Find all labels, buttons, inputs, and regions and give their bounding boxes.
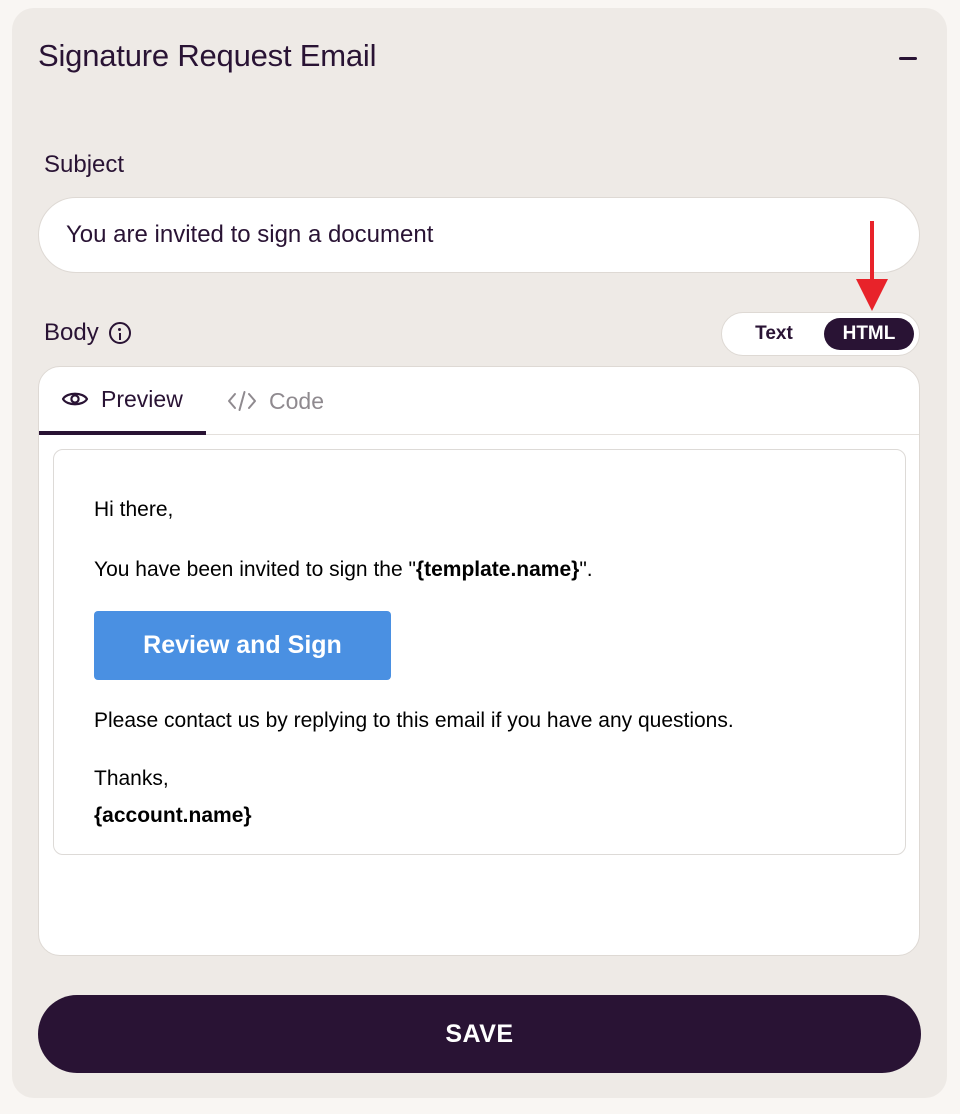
collapse-minus-icon[interactable] [899, 54, 919, 74]
template-name-variable: {template.name} [415, 558, 580, 581]
subject-label: Subject [44, 151, 125, 178]
editor-tabs: Preview Code [39, 367, 919, 435]
format-toggle-html[interactable]: HTML [824, 318, 914, 350]
red-arrow-annotation-icon [856, 221, 888, 311]
tab-code-label: Code [269, 387, 324, 414]
preview-thanks: Thanks, [94, 767, 169, 790]
signature-request-email-card: Signature Request Email Subject Body Tex… [12, 8, 947, 1098]
body-label-row: Body [44, 319, 131, 347]
eye-icon [61, 392, 89, 406]
save-button[interactable]: SAVE [38, 995, 921, 1073]
body-editor: Preview Code Hi there, You have been inv… [38, 366, 920, 956]
card-title: Signature Request Email [38, 38, 377, 73]
invite-suffix: ". [579, 558, 593, 581]
subject-input[interactable] [38, 197, 920, 273]
email-preview: Hi there, You have been invited to sign … [53, 449, 906, 855]
code-icon [228, 391, 256, 411]
preview-greeting: Hi there, [94, 498, 174, 521]
body-label: Body [44, 319, 99, 346]
format-toggle-text[interactable]: Text [730, 319, 818, 349]
tab-preview[interactable]: Preview [39, 367, 206, 435]
account-name-variable: {account.name} [94, 804, 252, 827]
format-toggle: Text HTML [721, 312, 920, 356]
preview-contact-text: Please contact us by replying to this em… [94, 709, 734, 732]
invite-prefix: You have been invited to sign the " [94, 558, 416, 581]
preview-invite-text: You have been invited to sign the "{temp… [94, 558, 593, 582]
tab-preview-label: Preview [101, 385, 183, 412]
review-and-sign-button[interactable]: Review and Sign [94, 611, 391, 680]
info-icon[interactable] [108, 322, 131, 344]
tab-code[interactable]: Code [227, 367, 324, 435]
